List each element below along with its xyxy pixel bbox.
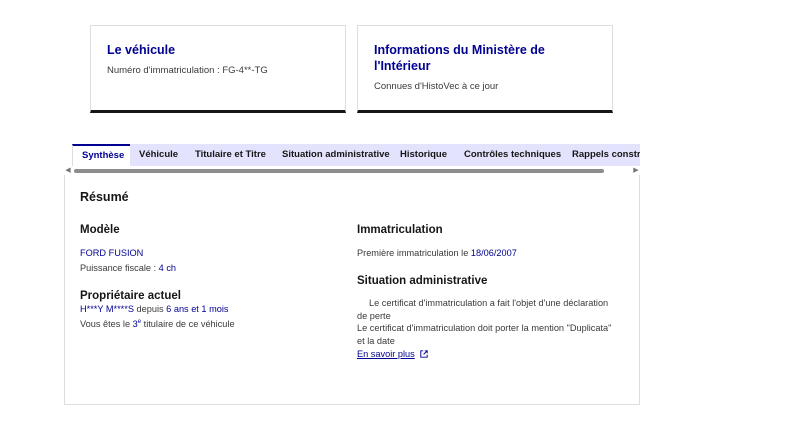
tab-situation-administrative[interactable]: Situation administrative: [273, 144, 399, 166]
puissance-value: 4 ch: [158, 263, 177, 273]
modele-heading: Modèle: [80, 224, 120, 236]
tab-historique[interactable]: Historique: [391, 144, 456, 166]
immatriculation-label: Première immatriculation le: [357, 248, 469, 258]
immatriculation-heading: Immatriculation: [357, 224, 443, 236]
owner-rank: Vous êtes le 3e titulaire de ce véhicule: [80, 316, 235, 331]
tab-bar: Synthèse Véhicule Titulaire et Titre Sit…: [64, 144, 640, 166]
puissance-fiscale: Puissance fiscale : 4 ch: [80, 262, 176, 275]
proprietaire-line: H***Y M****S depuis 6 ans et 1 mois: [80, 303, 228, 316]
vehicle-card-description: Numéro d'immatriculation : FG-4**-TG: [107, 65, 268, 76]
en-savoir-plus-link[interactable]: En savoir plus: [357, 348, 428, 361]
en-savoir-plus-label[interactable]: En savoir plus: [357, 349, 415, 359]
situation-line-3: Le certificat d'immatriculation doit por…: [357, 323, 612, 333]
ministry-card-title: Informations du Ministère de l'Intérieur: [374, 43, 545, 73]
owner-rank-number: 3e: [132, 319, 142, 330]
puissance-label: Puissance fiscale :: [80, 263, 157, 273]
owner-name: H***Y M****S: [80, 304, 134, 314]
tab-vehicule[interactable]: Véhicule: [130, 144, 188, 166]
tab-rappels-constructeur[interactable]: Rappels constructeur: [563, 144, 640, 166]
tab-controles-techniques[interactable]: Contrôles techniques: [455, 144, 571, 166]
tab-titulaire-titre[interactable]: Titulaire et Titre: [186, 144, 275, 166]
proprietaire-heading: Propriétaire actuel: [80, 290, 181, 302]
vehicle-card-title: Le véhicule: [107, 43, 176, 57]
scrollbar-thumb[interactable]: [74, 169, 604, 173]
modele-name: FORD FUSION: [80, 248, 144, 258]
situation-line-4: et la date: [357, 336, 395, 346]
owner-depuis: depuis: [136, 304, 164, 314]
owner-rank-suffix: titulaire de ce véhicule: [143, 319, 235, 330]
tab-synthese[interactable]: Synthèse: [72, 144, 135, 166]
ministry-card-description: Connues d'HistoVec à ce jour: [374, 81, 499, 92]
owner-rank-prefix: Vous êtes le: [80, 319, 131, 330]
summary-title: Résumé: [80, 190, 129, 204]
external-link-icon: [420, 350, 428, 358]
owner-duration: 6 ans et 1 mois: [166, 304, 229, 314]
immatriculation-date: 18/06/2007: [470, 248, 517, 258]
ministry-info-card: Informations du Ministère de l'Intérieur…: [357, 25, 613, 113]
situation-line-1: Le certificat d'immatriculation a fait l…: [369, 298, 609, 308]
arrow-right-icon[interactable]: ▶: [632, 167, 640, 175]
tab-scrollbar[interactable]: ◀ ▶: [64, 167, 640, 175]
arrow-left-icon[interactable]: ◀: [64, 167, 72, 175]
vehicle-card: Le véhicule Numéro d'immatriculation : F…: [90, 25, 346, 113]
premiere-immatriculation: Première immatriculation le 18/06/2007: [357, 247, 517, 260]
situation-heading: Situation administrative: [357, 275, 488, 287]
